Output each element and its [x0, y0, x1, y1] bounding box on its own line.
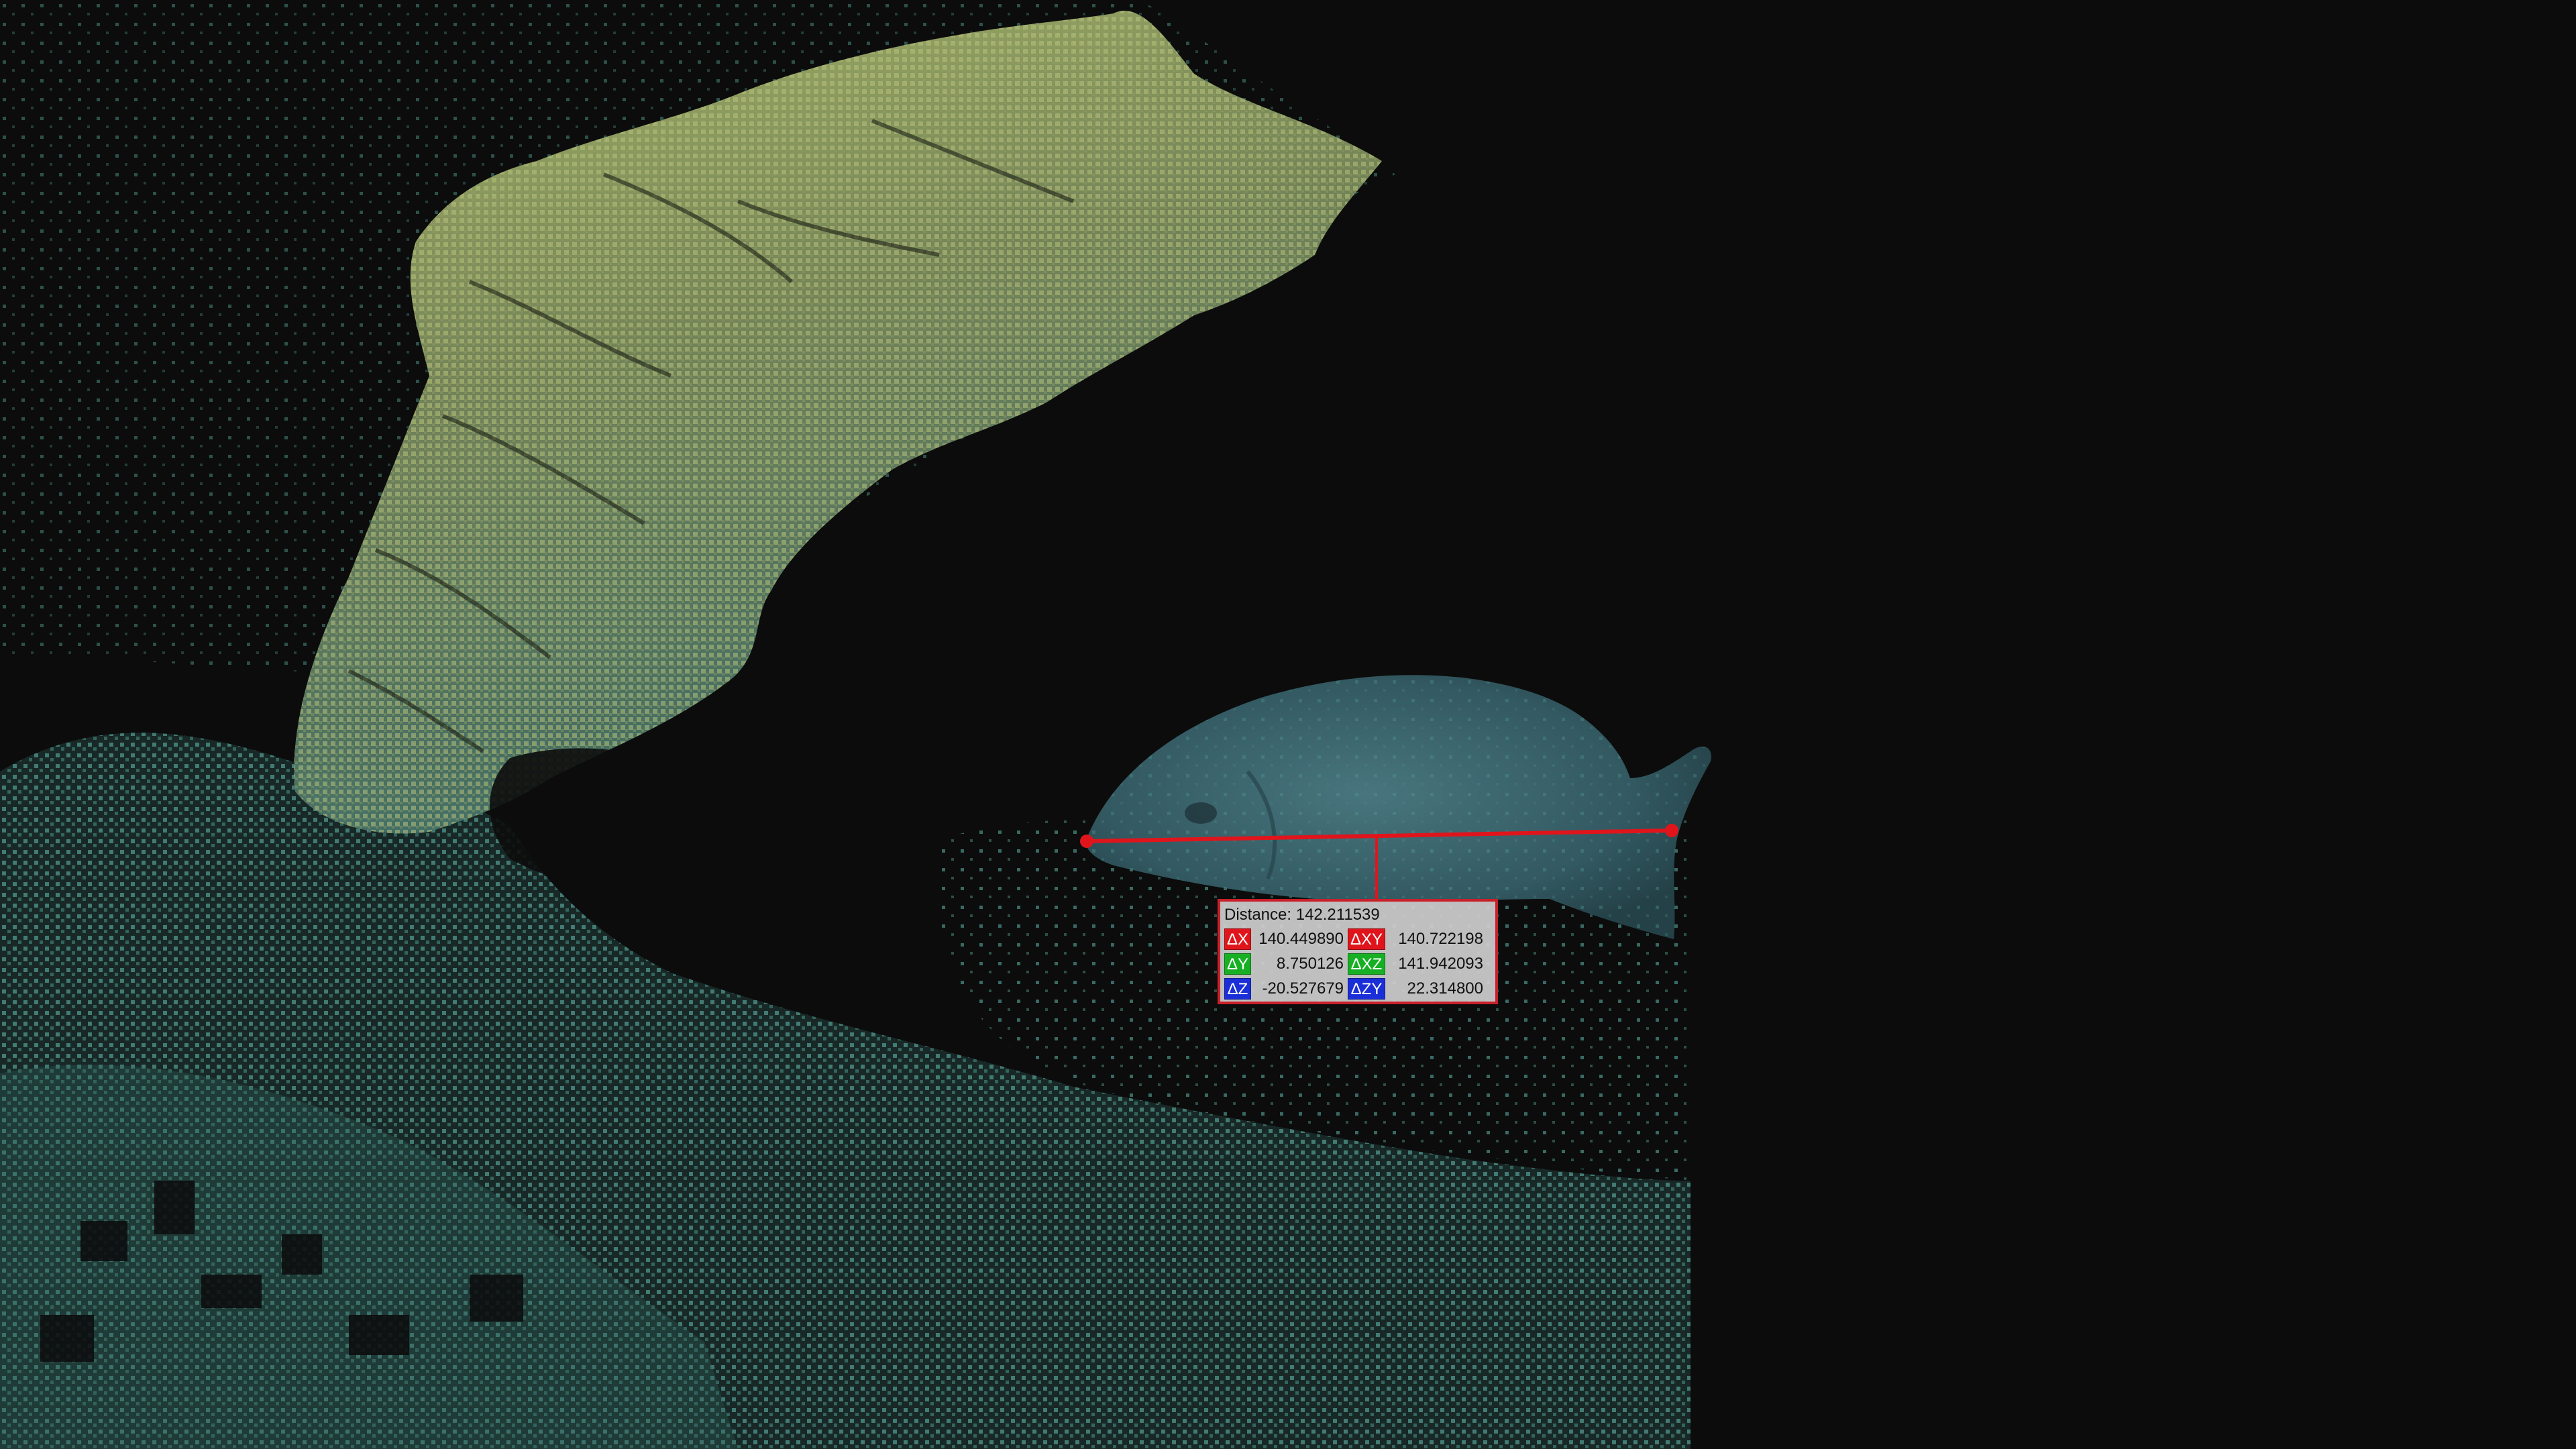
measurement-start-point[interactable]: [1080, 835, 1093, 848]
3d-viewport[interactable]: Distance: 142.211539 ΔX 140.449890 ΔXY 1…: [0, 0, 2576, 1449]
distance-value: 142.211539: [1295, 906, 1380, 924]
delta-x-value: 140.449890: [1258, 929, 1344, 948]
delta-x-tag: ΔX: [1224, 928, 1251, 950]
delta-zy-tag: ΔZY: [1348, 977, 1385, 1000]
delta-y-tag: ΔY: [1224, 953, 1251, 975]
distance-row: Distance: 142.211539: [1224, 903, 1491, 926]
delta-z-value: -20.527679: [1262, 979, 1344, 998]
delta-y-value: 8.750126: [1276, 954, 1344, 973]
delta-z-tag: ΔZ: [1224, 977, 1251, 1000]
point-cloud-scene[interactable]: [0, 0, 2576, 1449]
delta-zy-value: 22.314800: [1407, 979, 1483, 998]
delta-xz-tag: ΔXZ: [1348, 953, 1385, 975]
delta-xz-value: 141.942093: [1398, 954, 1483, 973]
measurement-end-point[interactable]: [1665, 824, 1678, 837]
distance-measurement-label[interactable]: Distance: 142.211539 ΔX 140.449890 ΔXY 1…: [1218, 899, 1498, 1004]
distance-label: Distance:: [1224, 906, 1292, 924]
delta-xy-value: 140.722198: [1398, 929, 1483, 948]
delta-xy-tag: ΔXY: [1348, 928, 1385, 950]
delta-grid: ΔX 140.449890 ΔXY 140.722198 ΔY 8.750126…: [1224, 926, 1491, 1001]
